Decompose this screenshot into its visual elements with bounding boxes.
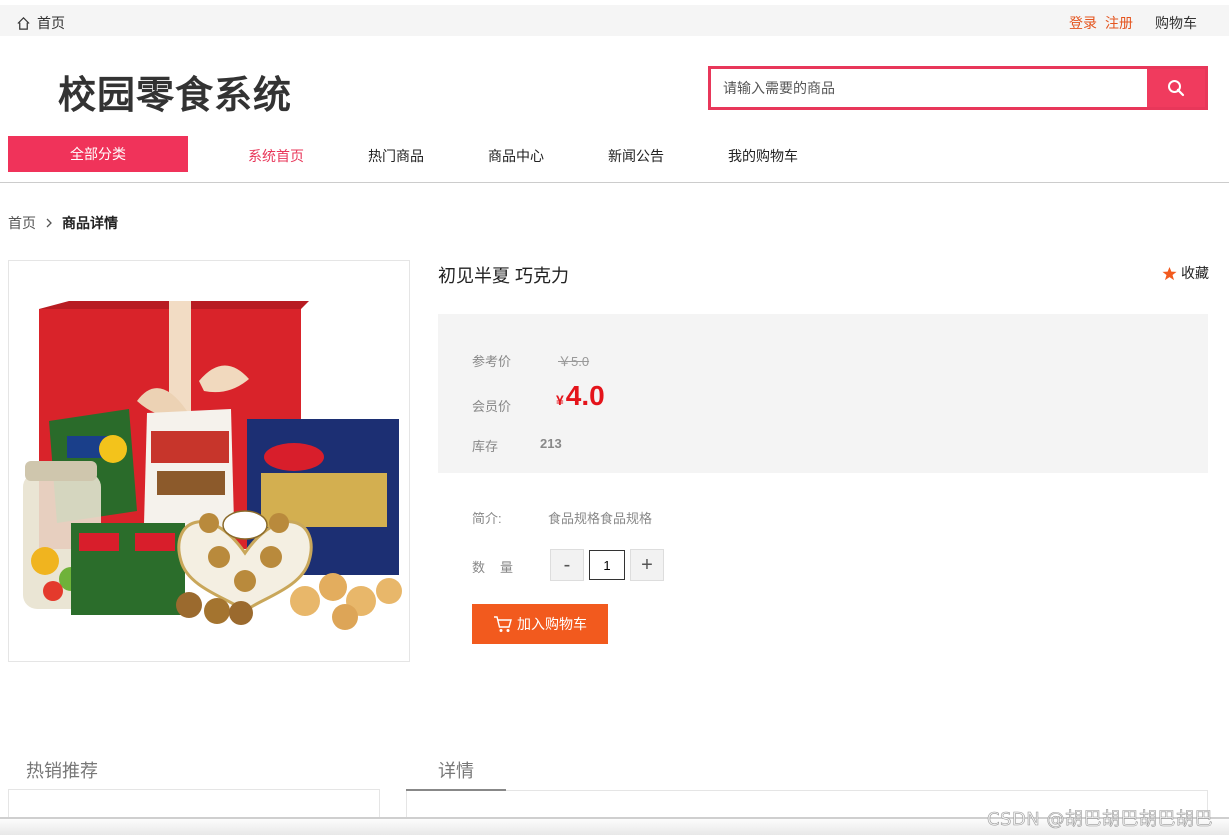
tab-detail[interactable]: 详情: [406, 757, 506, 791]
ref-price-label: 参考价: [472, 354, 512, 369]
nav-item-hot-products[interactable]: 热门商品: [368, 146, 424, 166]
top-bar: 首页 登录 注册 购物车: [0, 0, 1229, 36]
breadcrumb: 首页 商品详情: [8, 213, 118, 233]
main-nav: 全部分类 系统首页 热门商品 商品中心 新闻公告 我的购物车: [0, 136, 1229, 183]
quantity-label: 数量: [472, 560, 529, 575]
all-categories-button[interactable]: 全部分类: [8, 136, 188, 172]
register-link[interactable]: 注册: [1105, 13, 1133, 33]
hot-recommend-title: 热销推荐: [26, 761, 98, 781]
stock-label: 库存: [472, 439, 499, 454]
member-price-label: 会员价: [472, 399, 512, 414]
search-button[interactable]: [1147, 69, 1205, 107]
intro-label: 简介:: [472, 511, 502, 526]
watermark: CSDN @胡巴胡巴胡巴胡巴: [986, 809, 1213, 831]
product-illustration: [23, 301, 402, 630]
top-cart-link[interactable]: 购物车: [1155, 13, 1197, 33]
currency-symbol: ¥: [556, 392, 564, 408]
ref-price: ￥5.0: [558, 354, 590, 369]
breadcrumb-current: 商品详情: [62, 215, 118, 231]
add-to-cart-button[interactable]: 加入购物车: [472, 604, 608, 644]
quantity-stepper: - +: [550, 549, 664, 581]
star-icon: [1162, 266, 1177, 280]
quantity-plus-button[interactable]: +: [630, 549, 664, 581]
top-home-link[interactable]: 首页: [16, 13, 65, 33]
product-image: [8, 260, 410, 662]
nav-item-product-center[interactable]: 商品中心: [488, 146, 544, 166]
chevron-right-icon: [46, 218, 52, 228]
stock-value: 213: [540, 436, 562, 451]
intro-value: 食品规格食品规格: [548, 511, 653, 526]
search-bar: [708, 66, 1208, 110]
cart-icon: [494, 616, 512, 632]
search-icon: [1168, 80, 1185, 97]
quantity-minus-button[interactable]: -: [550, 549, 584, 581]
quantity-input[interactable]: [589, 550, 625, 580]
home-icon: [17, 16, 30, 30]
member-price: ¥ 4.0: [556, 380, 605, 412]
add-to-cart-label: 加入购物车: [517, 616, 587, 632]
site-title: 校园零食系统: [58, 73, 293, 117]
favorite-button[interactable]: 收藏: [1162, 263, 1209, 283]
nav-item-my-cart[interactable]: 我的购物车: [728, 146, 798, 166]
top-home-label: 首页: [37, 15, 65, 31]
nav-item-home[interactable]: 系统首页: [248, 146, 304, 166]
breadcrumb-home[interactable]: 首页: [8, 213, 36, 233]
login-link[interactable]: 登录: [1069, 13, 1097, 33]
search-input[interactable]: [711, 69, 1147, 107]
favorite-label: 收藏: [1181, 265, 1209, 281]
product-name: 初见半夏 巧克力: [438, 266, 570, 286]
member-price-value: 4.0: [565, 380, 605, 411]
nav-item-news[interactable]: 新闻公告: [608, 146, 664, 166]
price-box: 参考价 ￥5.0 会员价 ¥ 4.0 库存 213: [438, 314, 1208, 473]
